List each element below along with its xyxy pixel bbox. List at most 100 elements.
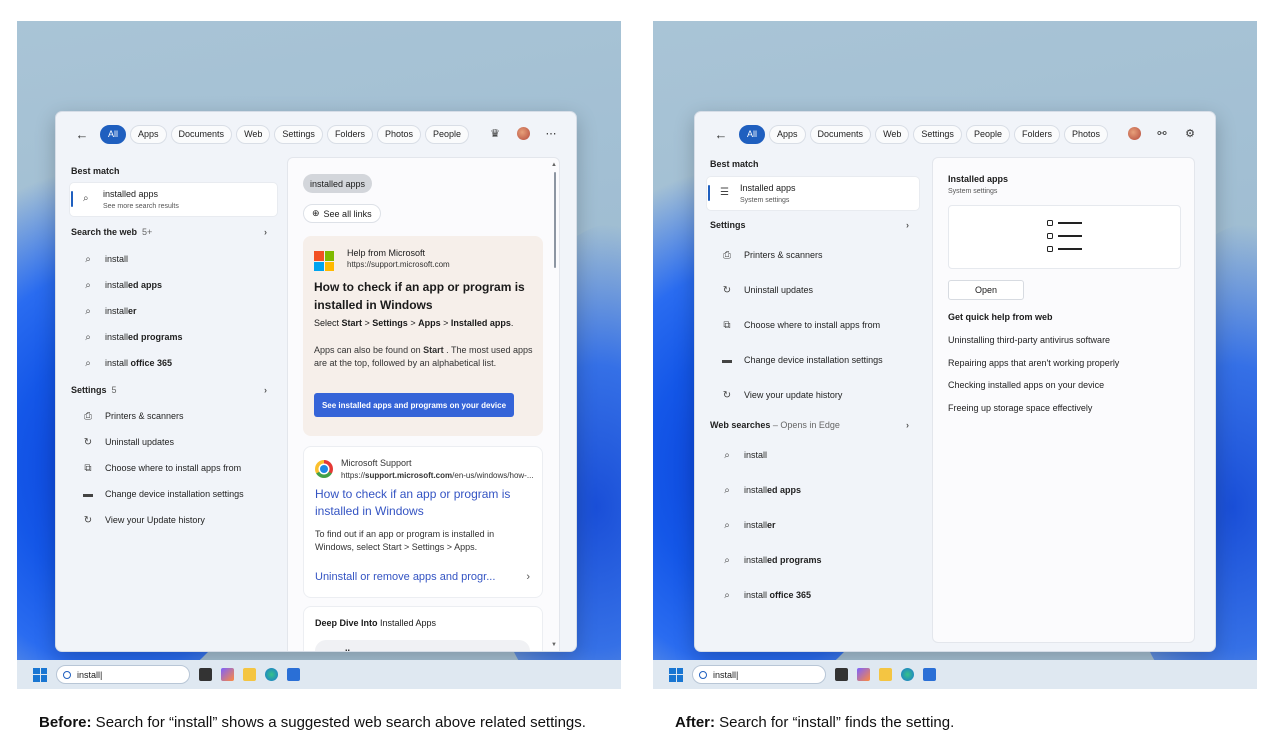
caption-before: Before: Search for “install” shows a sug…: [39, 714, 586, 731]
filter-photos[interactable]: Photos: [376, 124, 421, 144]
caption-after: After: Search for “install” finds the se…: [675, 714, 955, 731]
deep-dive-search[interactable]: all my apps: [315, 640, 530, 651]
rewards-icon[interactable]: ♛: [488, 126, 502, 140]
filter-web[interactable]: Web: [875, 124, 910, 144]
chevron-right-icon: ›: [906, 220, 909, 230]
filter-people[interactable]: People: [965, 124, 1010, 144]
avatar[interactable]: [516, 126, 530, 140]
filter-web[interactable]: Web: [236, 124, 271, 144]
web-result[interactable]: ⌕ installer: [82, 301, 136, 321]
web-result[interactable]: ⌕ installed apps: [721, 480, 801, 500]
query-pill[interactable]: installed apps: [303, 174, 373, 193]
web-result[interactable]: ⌕ installed programs: [721, 550, 821, 570]
settings-result[interactable]: ↻ View your Update history: [82, 510, 205, 530]
best-match-result[interactable]: ⌕ installed apps See more search results: [70, 183, 277, 216]
web-result[interactable]: ⌕ install: [721, 445, 767, 465]
web-result[interactable]: ⌕ install office 365: [82, 353, 172, 373]
search-web-header[interactable]: Search the web 5+ ›: [71, 227, 273, 237]
filter-photos[interactable]: Photos: [1063, 124, 1109, 144]
edge-icon[interactable]: [265, 668, 278, 681]
uninstall-link[interactable]: Uninstall or remove apps and progr...: [315, 571, 495, 583]
settings-result-label: Change device installation settings: [105, 489, 244, 499]
filter-people[interactable]: People: [424, 124, 470, 144]
settings-result[interactable]: ↻ View your update history: [721, 385, 843, 405]
settings-result[interactable]: ⧉ Choose where to install apps from: [82, 458, 241, 478]
scroll-up-icon[interactable]: ▲: [551, 162, 557, 168]
scrollbar[interactable]: [554, 172, 556, 268]
web-searches-suffix: – Opens in Edge: [770, 420, 840, 430]
web-result[interactable]: ⌕ installed apps: [82, 275, 162, 295]
share-icon[interactable]: ⚯: [1155, 126, 1169, 140]
scroll-down-icon[interactable]: ▼: [551, 642, 557, 648]
filter-settings[interactable]: Settings: [913, 124, 962, 144]
task-view-icon[interactable]: [835, 668, 848, 681]
settings-header[interactable]: Settings 5 ›: [71, 385, 273, 395]
settings-result[interactable]: ⎙ Printers & scanners: [82, 406, 184, 426]
web-result[interactable]: ⌕ install office 365: [721, 585, 811, 605]
filter-settings[interactable]: Settings: [274, 124, 323, 144]
store-icon[interactable]: [287, 668, 300, 681]
see-all-links-button[interactable]: ⊕ See all links: [303, 204, 381, 223]
settings-result-label: Change device installation settings: [744, 355, 883, 365]
filter-documents[interactable]: Documents: [809, 124, 872, 144]
gear-icon[interactable]: ⚙: [1183, 126, 1197, 140]
quick-help-header: Get quick help from web: [948, 312, 1053, 322]
copilot-icon[interactable]: [857, 668, 870, 681]
settings-result[interactable]: ▬ Change device installation settings: [721, 350, 883, 370]
card-url[interactable]: https://support.microsoft.com/en-us/wind…: [341, 471, 534, 480]
task-view-icon[interactable]: [199, 668, 212, 681]
open-button[interactable]: Open: [948, 280, 1024, 300]
store-icon[interactable]: [923, 668, 936, 681]
quick-help-link[interactable]: Checking installed apps on your device: [948, 380, 1104, 390]
detail-subtitle: System settings: [948, 188, 998, 195]
web-searches-header[interactable]: Web searches – Opens in Edge ›: [710, 420, 915, 430]
web-result[interactable]: ⌕ installer: [721, 515, 775, 535]
filter-folders[interactable]: Folders: [326, 124, 373, 144]
back-arrow-icon[interactable]: ←: [713, 127, 729, 142]
card-url[interactable]: https://support.microsoft.com: [347, 260, 450, 269]
web-result-label: install office 365: [744, 590, 812, 600]
settings-result[interactable]: ⧉ Choose where to install apps from: [721, 315, 880, 335]
best-match-header: Best match: [71, 166, 120, 176]
search-panel: ← All Apps Documents Web Settings People…: [694, 111, 1216, 652]
avatar[interactable]: [1127, 126, 1141, 140]
back-arrow-icon[interactable]: ←: [74, 127, 90, 142]
microsoft-help-card: Help from Microsoft https://support.micr…: [303, 236, 543, 436]
best-match-result[interactable]: ☰ Installed apps System settings: [707, 177, 919, 210]
web-result-label: install: [744, 450, 768, 460]
taskbar-search-box[interactable]: install|: [56, 665, 190, 684]
chevron-right-icon: ›: [526, 571, 530, 583]
filter-apps[interactable]: Apps: [130, 124, 167, 144]
web-result[interactable]: ⌕ install: [82, 249, 128, 269]
settings-result[interactable]: ▬ Change device installation settings: [82, 484, 244, 504]
chevron-right-icon: ›: [264, 227, 267, 237]
filter-apps[interactable]: Apps: [769, 124, 806, 144]
settings-result[interactable]: ↻ Uninstall updates: [82, 432, 174, 452]
start-icon[interactable]: [669, 667, 683, 682]
settings-result[interactable]: ⎙ Printers & scanners: [721, 245, 823, 265]
web-result-label: install: [105, 254, 129, 264]
filter-documents[interactable]: Documents: [170, 124, 233, 144]
file-explorer-icon[interactable]: [879, 668, 892, 681]
quick-help-link[interactable]: Freeing up storage space effectively: [948, 403, 1092, 413]
file-explorer-icon[interactable]: [243, 668, 256, 681]
card-heading-link[interactable]: How to check if an app or program is ins…: [315, 486, 540, 520]
filter-all[interactable]: All: [100, 124, 127, 144]
see-installed-apps-button[interactable]: See installed apps and programs on your …: [314, 393, 514, 417]
web-result-label: installed apps: [105, 280, 163, 290]
edge-icon[interactable]: [901, 668, 914, 681]
web-result[interactable]: ⌕ installed programs: [82, 327, 182, 347]
quick-help-link[interactable]: Uninstalling third-party antivirus softw…: [948, 335, 1110, 345]
more-options-icon[interactable]: ⋯: [544, 126, 558, 140]
settings-header[interactable]: Settings ›: [710, 220, 915, 230]
taskbar-search-box[interactable]: install|: [692, 665, 826, 684]
quick-help-link[interactable]: Repairing apps that aren't working prope…: [948, 358, 1119, 368]
card-body: Apps can also be found on Start . The mo…: [314, 345, 533, 368]
filter-all[interactable]: All: [739, 124, 766, 144]
copilot-icon[interactable]: [221, 668, 234, 681]
refresh-icon: ↻: [722, 284, 732, 296]
printer-icon: ⎙: [84, 410, 92, 422]
settings-result[interactable]: ↻ Uninstall updates: [721, 280, 813, 300]
filter-folders[interactable]: Folders: [1013, 124, 1060, 144]
start-icon[interactable]: [33, 667, 47, 682]
